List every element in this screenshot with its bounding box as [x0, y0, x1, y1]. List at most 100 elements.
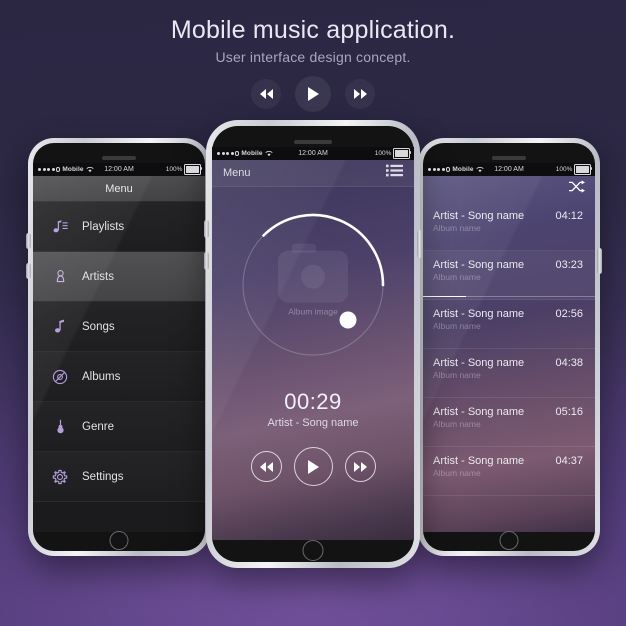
- track-duration: 04:12: [555, 210, 583, 222]
- track-main-line: Artist - Song name 04:12: [433, 210, 583, 222]
- status-bar-wrap: Mobile 12:00 AM 100%: [212, 147, 414, 160]
- track-progress-bar[interactable]: [423, 295, 595, 297]
- menu-item-playlists[interactable]: Playlists: [33, 202, 205, 252]
- power-button[interactable]: [417, 230, 422, 258]
- album-placeholder-label: Album image: [288, 306, 338, 317]
- track-main-line: Artist - Song name 04:38: [433, 357, 583, 369]
- menu-item-genre[interactable]: Genre: [33, 402, 205, 452]
- table-row[interactable]: Artist - Song name 04:38 Album name: [423, 349, 595, 398]
- status-time: 12:00 AM: [494, 166, 524, 173]
- earpiece-speaker: [294, 140, 332, 144]
- poster-heading: Mobile music application. User interface…: [0, 16, 626, 65]
- earpiece-speaker: [492, 156, 526, 160]
- play-icon: [308, 459, 319, 474]
- track-subtitle: Album name: [433, 419, 481, 429]
- play-icon: [308, 87, 319, 101]
- player-rewind-button[interactable]: [250, 451, 282, 482]
- phone-left-menu-screen: Mobile 12:00 AM 100% Menu Playlists Arti…: [26, 138, 210, 556]
- volume-down-button[interactable]: [26, 263, 31, 279]
- menu-item-songs[interactable]: Songs: [33, 302, 205, 352]
- menu-list: Playlists Artists Songs Albums Genre Set…: [33, 202, 205, 502]
- track-duration: 04:38: [555, 357, 583, 369]
- track-main-line: Artist - Song name 02:56: [433, 308, 583, 320]
- table-row[interactable]: Artist - Song name 02:56 Album name: [423, 300, 595, 349]
- top-forward-button[interactable]: [345, 79, 375, 109]
- progress-ring[interactable]: Album image: [235, 207, 391, 363]
- page-title: Mobile music application.: [170, 16, 456, 44]
- page-subtitle: User interface design concept.: [215, 48, 411, 65]
- vinyl-record-icon: [51, 369, 69, 385]
- player-transport-controls: [212, 447, 414, 486]
- status-bar: Mobile 12:00 AM 100%: [212, 147, 414, 160]
- shuffle-icon[interactable]: [568, 180, 585, 198]
- list-menu-icon[interactable]: [386, 164, 403, 182]
- camera-icon: [278, 243, 348, 303]
- gear-icon: [51, 469, 69, 485]
- track-duration: 03:23: [555, 259, 583, 271]
- status-bar: Mobile 12:00 AM 100%: [423, 163, 595, 176]
- menu-item-label: Songs: [82, 320, 115, 333]
- elapsed-time: 00:29: [284, 389, 342, 414]
- status-bar-wrap: Mobile 12:00 AM 100%: [33, 163, 205, 176]
- phone-right-playlist-screen: Mobile 12:00 AM 100% Artist - Song name …: [418, 138, 602, 556]
- track-title: Artist - Song name: [433, 406, 525, 418]
- track-duration: 05:16: [555, 406, 583, 418]
- track-subtitle: Album name: [433, 272, 481, 282]
- now-playing-title: Artist - Song name: [267, 417, 359, 429]
- menu-item-label: Albums: [82, 370, 121, 383]
- playlist-header: [423, 176, 595, 202]
- track-main-line: Artist - Song name 04:37: [433, 455, 583, 467]
- battery-icon: [574, 164, 592, 175]
- rewind-icon: [259, 89, 273, 99]
- status-bar: Mobile 12:00 AM 100%: [33, 163, 205, 176]
- menu-item-settings[interactable]: Settings: [33, 452, 205, 502]
- right-screen: Artist - Song name 04:12 Album name Arti…: [423, 176, 595, 532]
- volume-up-button[interactable]: [204, 220, 209, 238]
- menu-item-artists[interactable]: Artists: [33, 252, 205, 302]
- menu-item-label: Artists: [82, 270, 114, 283]
- left-screen: Menu Playlists Artists Songs Albums Genr…: [33, 176, 205, 532]
- player-forward-button[interactable]: [344, 451, 376, 482]
- top-play-button[interactable]: [295, 76, 331, 112]
- track-duration: 04:37: [555, 455, 583, 467]
- battery-icon: [184, 164, 202, 175]
- table-row[interactable]: Artist - Song name 03:23 Album name: [423, 251, 595, 300]
- album-placeholder: Album image: [278, 243, 348, 317]
- track-subtitle: Album name: [433, 321, 481, 331]
- table-row[interactable]: Artist - Song name 04:37 Album name: [423, 447, 595, 496]
- status-time: 12:00 AM: [298, 150, 328, 157]
- volume-up-button[interactable]: [26, 233, 31, 249]
- menu-item-label: Playlists: [82, 220, 125, 233]
- album-art-area: Album image: [212, 187, 414, 383]
- top-rewind-button[interactable]: [251, 79, 281, 109]
- status-bar-wrap: Mobile 12:00 AM 100%: [423, 163, 595, 176]
- top-transport-controls: [0, 76, 626, 112]
- track-title: Artist - Song name: [433, 308, 525, 320]
- track-subtitle: Album name: [433, 468, 481, 478]
- volume-down-button[interactable]: [204, 252, 209, 270]
- menu-item-albums[interactable]: Albums: [33, 352, 205, 402]
- table-row[interactable]: Artist - Song name 05:16 Album name: [423, 398, 595, 447]
- table-row[interactable]: Artist - Song name 04:12 Album name: [423, 202, 595, 251]
- artist-person-icon: [51, 269, 69, 284]
- track-subtitle: Album name: [433, 370, 481, 380]
- track-duration: 02:56: [555, 308, 583, 320]
- track-title: Artist - Song name: [433, 357, 525, 369]
- phone-center-player-screen: Mobile 12:00 AM 100% Menu Album image 00…: [204, 120, 422, 568]
- guitar-icon: [51, 419, 69, 435]
- status-time: 12:00 AM: [104, 166, 134, 173]
- home-button[interactable]: [499, 531, 519, 550]
- center-screen: Menu Album image 00:29 Artist - Song nam…: [212, 160, 414, 540]
- player-play-button[interactable]: [293, 447, 333, 486]
- track-title: Artist - Song name: [433, 259, 525, 271]
- menu-header-title: Menu: [33, 176, 205, 202]
- poster-canvas: Mobile music application. User interface…: [0, 0, 626, 626]
- home-button[interactable]: [302, 540, 324, 561]
- music-note-icon: [51, 319, 69, 334]
- power-button[interactable]: [597, 248, 602, 274]
- menu-button[interactable]: Menu: [223, 167, 251, 179]
- fast-forward-icon: [353, 461, 367, 472]
- home-button[interactable]: [109, 531, 129, 550]
- track-main-line: Artist - Song name 05:16: [433, 406, 583, 418]
- music-note-list-icon: [51, 219, 69, 234]
